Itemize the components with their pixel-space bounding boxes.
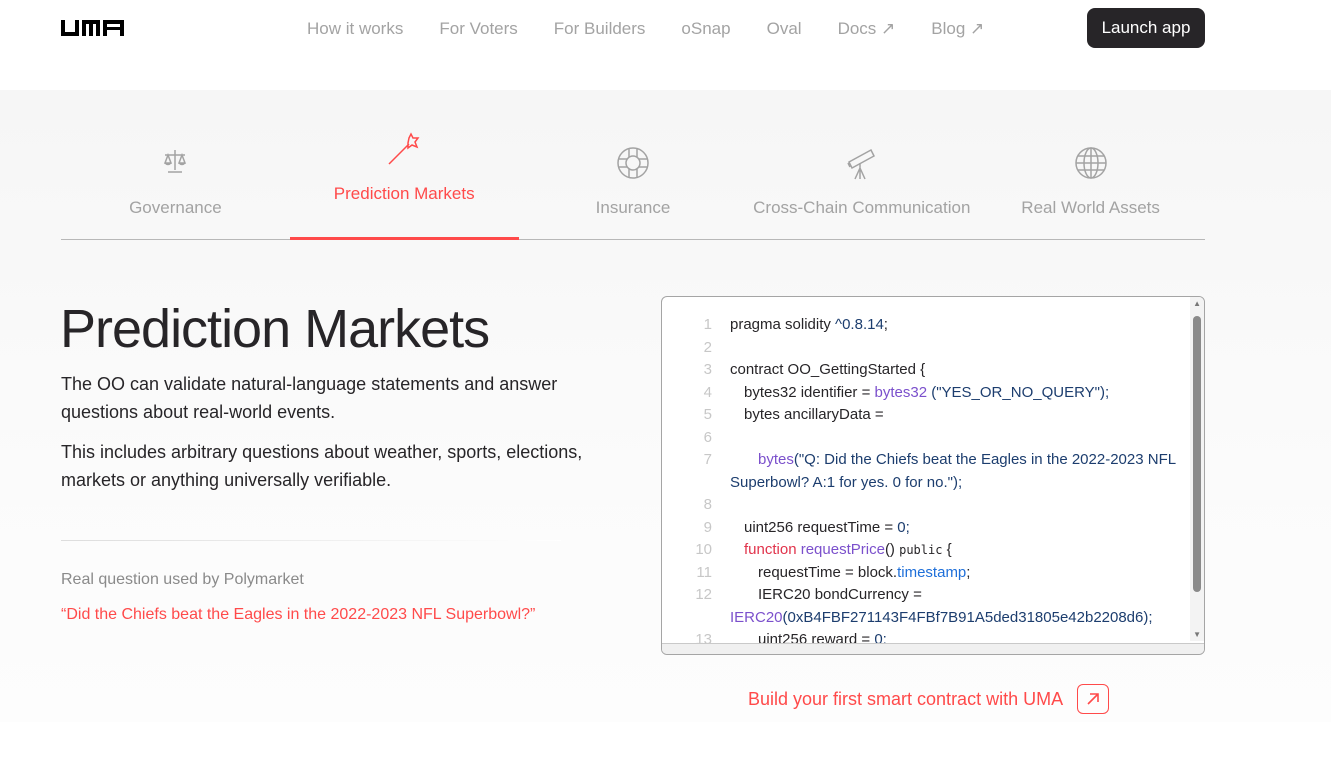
uma-logo[interactable] xyxy=(61,20,125,36)
nav-for-builders[interactable]: For Builders xyxy=(554,19,646,39)
nav-docs[interactable]: Docs ↗ xyxy=(838,19,896,39)
nav-oval[interactable]: Oval xyxy=(767,19,802,39)
nav-osnap[interactable]: oSnap xyxy=(681,19,730,39)
divider xyxy=(61,540,561,541)
lifebuoy-icon xyxy=(617,147,649,179)
build-contract-link[interactable]: Build your first smart contract with UMA xyxy=(748,684,1110,714)
code-line: 11 requestTime = block.timestamp; xyxy=(696,563,971,581)
nav-how-it-works[interactable]: How it works xyxy=(307,19,403,39)
build-contract-label: Build your first smart contract with UMA xyxy=(748,688,1064,709)
magic-wand-icon xyxy=(388,132,420,165)
tab-label: Insurance xyxy=(595,198,671,217)
code-line: 1 pragma solidity ^0.8.14; xyxy=(703,316,888,333)
nav-for-voters[interactable]: For Voters xyxy=(439,19,517,39)
scroll-down-icon[interactable]: ▼ xyxy=(1193,630,1201,639)
tab-insurance[interactable]: Insurance xyxy=(519,130,748,239)
page-title: Prediction Markets xyxy=(60,299,490,359)
nav-blog[interactable]: Blog ↗ xyxy=(931,19,984,39)
globe-icon xyxy=(1074,147,1107,179)
telescope-icon xyxy=(847,148,875,180)
real-question-label: Real question used by Polymarket xyxy=(61,571,304,588)
code-line: 4 bytes32 identifier = bytes32 ("YES_OR_N… xyxy=(703,383,1110,401)
code-line: 7 bytes("Q: Did the Chiefs beat the Eagle… xyxy=(703,451,1176,491)
tab-real-world-assets[interactable]: Real World Assets xyxy=(976,130,1205,239)
tab-label: Cross-Chain Communication xyxy=(753,198,971,217)
description-2: This includes arbitrary questions about … xyxy=(61,442,583,490)
description-1: The OO can validate natural-language sta… xyxy=(61,374,558,422)
tab-governance[interactable]: Governance xyxy=(61,130,290,239)
horizontal-scrollbar[interactable] xyxy=(662,643,1204,654)
code-line: 6 xyxy=(703,428,712,446)
tab-label: Real World Assets xyxy=(1021,198,1160,217)
uma-logo-icon xyxy=(61,20,124,36)
scroll-up-icon[interactable]: ▲ xyxy=(1193,299,1201,308)
top-nav: How it works For Voters For Builders oSn… xyxy=(0,0,1331,60)
code-line: 12 IERC20 bondCurrency = IERC20(0xB4FBF271… xyxy=(695,586,1153,626)
scrollbar-thumb[interactable] xyxy=(1193,316,1201,592)
code-line: 10 function requestPrice() public { xyxy=(695,541,952,558)
scales-icon xyxy=(164,150,187,173)
code-line: 2 xyxy=(703,338,712,356)
code-line: 9 uint256 requestTime = 0; xyxy=(703,518,910,536)
code-line: 3 contract OO_GettingStarted { xyxy=(703,361,926,378)
vertical-scrollbar[interactable]: ▲ ▼ xyxy=(1190,297,1204,641)
tab-label: Governance xyxy=(129,198,222,217)
tab-prediction-markets[interactable]: Prediction Markets xyxy=(289,130,519,240)
arrow-up-right-icon xyxy=(1077,684,1110,714)
launch-app-button[interactable]: Launch app xyxy=(1087,8,1205,48)
use-case-tabs: Governance Prediction Markets Insurance … xyxy=(61,130,1205,240)
code-editor[interactable]: 1 pragma solidity ^0.8.14; 2 3 contract OO… xyxy=(661,296,1205,655)
polymarket-question: “Did the Chiefs beat the Eagles in the 2… xyxy=(61,606,536,623)
tab-cross-chain-communication[interactable]: Cross-Chain Communication xyxy=(747,130,976,239)
code-line: 5 bytes ancillaryData = xyxy=(703,406,884,423)
tab-label: Prediction Markets xyxy=(333,184,475,203)
code-line: 8 xyxy=(703,496,712,513)
